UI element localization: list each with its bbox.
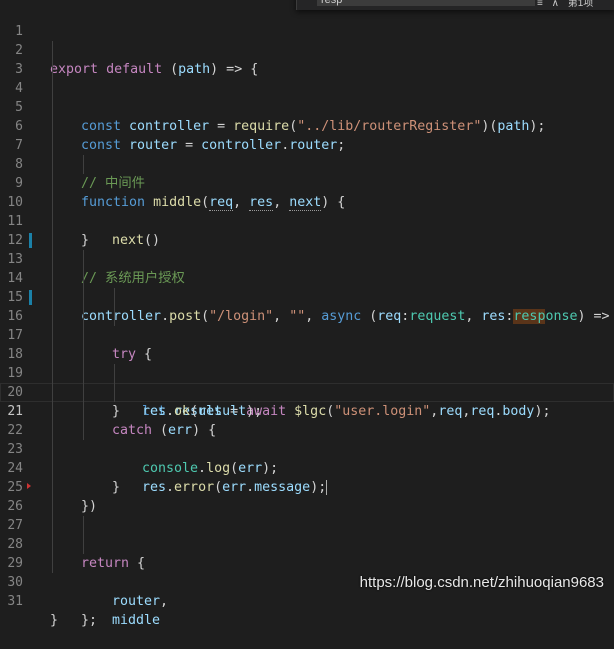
indent-guide — [52, 345, 53, 364]
indent-guide — [52, 212, 53, 231]
token-punct: }; — [81, 613, 98, 628]
indent-guide — [52, 440, 53, 459]
indent-guide — [83, 155, 84, 174]
code-line: 24 }) — [0, 440, 614, 514]
code-line: 1 — [0, 3, 614, 39]
indent-guide — [83, 269, 84, 288]
code-line: 27 return { — [0, 497, 614, 571]
indent-guide — [52, 174, 53, 193]
indent-guide — [83, 535, 84, 554]
code-line: 22 } — [0, 402, 614, 495]
code-line: 29 middle — [0, 535, 614, 628]
indent-guide — [83, 383, 84, 402]
code-line: 8 function middle(req, res, next) { — [0, 136, 614, 211]
indent-guide — [83, 288, 84, 307]
code-line: 6 — [0, 98, 614, 134]
token-variable: router — [112, 594, 161, 609]
code-line: 2 export default (path) => { — [0, 22, 614, 77]
indent-guide — [52, 383, 53, 402]
token-variable: middle — [112, 613, 161, 628]
indent-guide — [52, 136, 53, 155]
indent-guide — [83, 421, 84, 440]
code-line: 18 } — [0, 326, 614, 419]
indent-guide — [52, 402, 53, 421]
code-line: 30 }; — [0, 554, 614, 628]
indent-guide — [52, 307, 53, 326]
code-line: 10 } — [0, 174, 614, 248]
code-line: 25 — [0, 459, 614, 495]
code-line: 3 — [0, 41, 614, 77]
indent-guide — [52, 117, 53, 136]
indent-guide — [52, 79, 53, 98]
indent-guide — [83, 516, 84, 535]
indent-guide — [52, 497, 53, 516]
modified-line-marker — [29, 233, 32, 248]
line-number: 31 — [7, 594, 23, 609]
indent-guide — [52, 250, 53, 269]
indent-guide — [83, 250, 84, 269]
code-line: 13 controller.post("/login", "", async (… — [0, 231, 614, 324]
code-line: 23 — [0, 421, 614, 457]
indent-guide — [52, 231, 53, 250]
code-line: 11 — [0, 193, 614, 229]
code-line: 12 // 系统用户授权 — [0, 212, 614, 286]
code-line: 4 const controller = require("../lib/rou… — [0, 60, 614, 134]
indent-guide — [83, 364, 84, 383]
indent-guide — [83, 402, 84, 421]
code-line-current: 21 res.error(err.message); — [0, 383, 614, 495]
indent-guide — [52, 41, 53, 60]
indent-guide — [52, 459, 53, 478]
code-line: 16 let result = await $lgc("user.login",… — [0, 288, 614, 419]
code-text: }; — [81, 611, 97, 630]
code-text: middle — [112, 611, 160, 630]
indent-guide — [83, 345, 84, 364]
code-line: 26 — [0, 478, 614, 514]
modified-line-marker — [29, 290, 32, 305]
code-line: 5 const router = controller.router; — [0, 79, 614, 153]
code-line: 15 try { — [0, 269, 614, 362]
indent-guide — [83, 326, 84, 345]
breakpoint-marker — [27, 483, 31, 489]
indent-guide — [52, 516, 53, 535]
indent-guide — [52, 60, 53, 79]
indent-guide — [52, 326, 53, 345]
code-line: 17 res.ok(result); — [0, 307, 614, 419]
code-line: 9 next() — [0, 155, 614, 248]
indent-guide — [52, 554, 53, 573]
token-punct: , — [160, 594, 169, 609]
indent-guide — [52, 421, 53, 440]
indent-guide — [114, 364, 115, 383]
code-text: router, — [112, 592, 168, 611]
indent-guide — [52, 478, 53, 497]
token-punct: } — [50, 613, 59, 628]
watermark-url: https://blog.csdn.net/zhihuoqian9683 — [359, 574, 604, 591]
indent-guide — [52, 535, 53, 554]
indent-guide — [114, 383, 115, 402]
indent-guide — [114, 307, 115, 326]
indent-guide — [52, 98, 53, 117]
code-line: 20 console.log(err); — [0, 364, 614, 476]
code-line: 28 router, — [0, 516, 614, 609]
code-editor[interactable]: 1 2 export default (path) => { 3 4 const… — [0, 3, 614, 628]
indent-guide — [114, 288, 115, 307]
indent-guide — [52, 288, 53, 307]
indent-guide — [83, 307, 84, 326]
indent-guide — [52, 269, 53, 288]
code-line: 7 // 中间件 — [0, 117, 614, 191]
code-text: } — [50, 611, 58, 630]
indent-guide — [52, 155, 53, 174]
code-line: 19 catch (err) { — [0, 345, 614, 438]
code-line: 14 — [0, 250, 614, 286]
indent-guide — [52, 364, 53, 383]
indent-guide — [52, 193, 53, 212]
